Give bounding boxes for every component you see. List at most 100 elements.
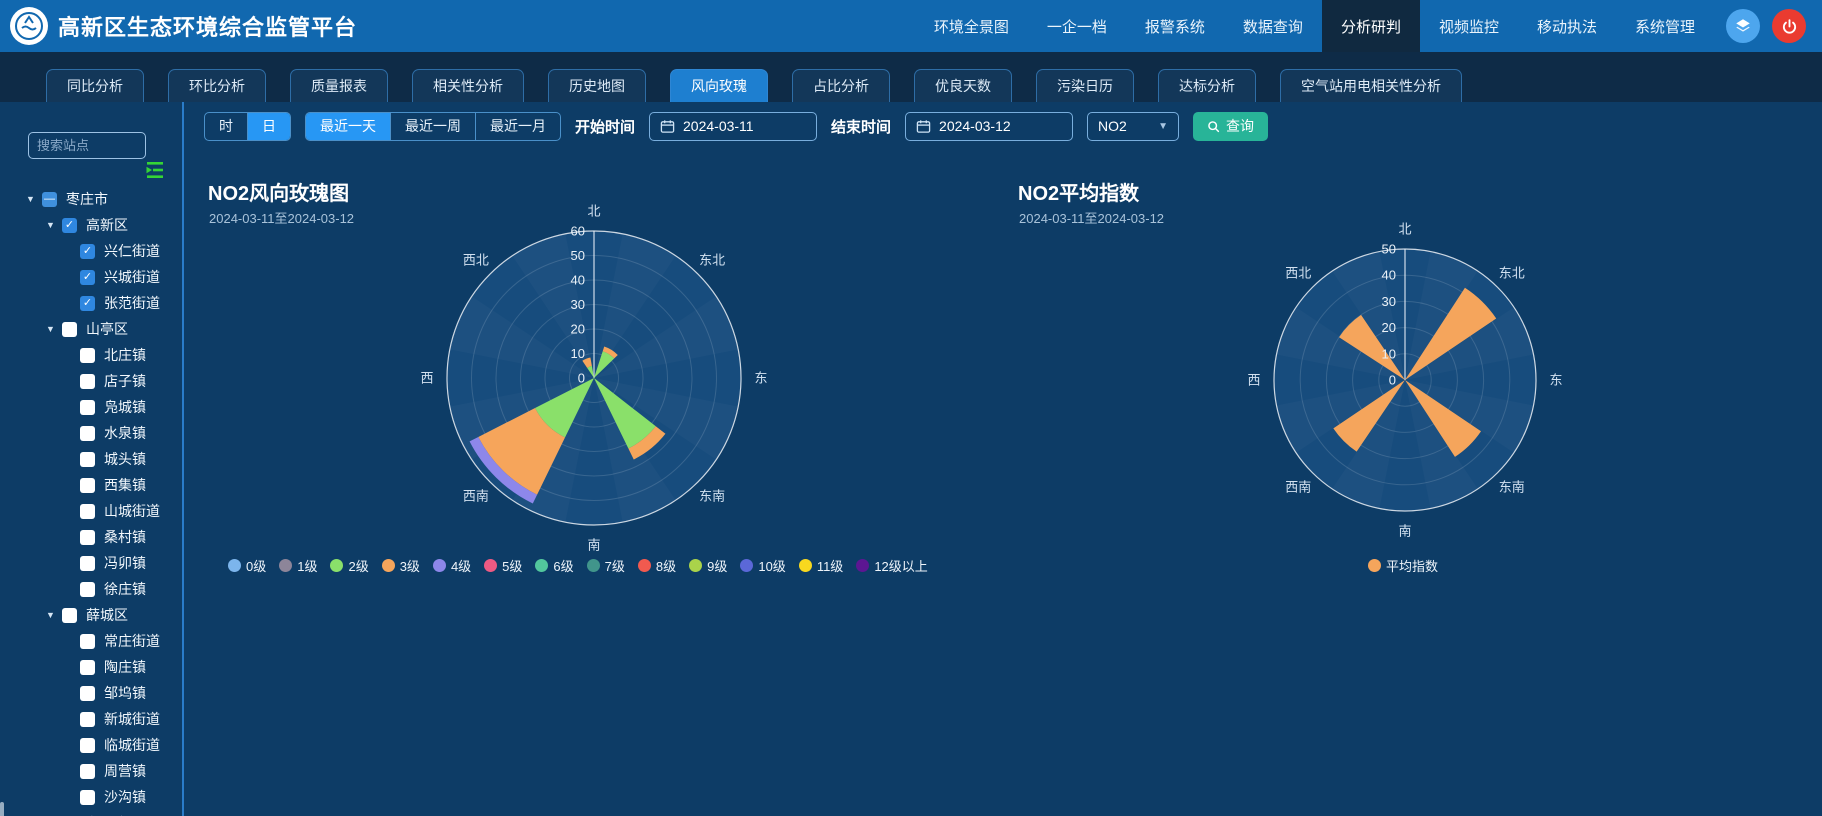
query-button[interactable]: 查询 — [1193, 112, 1268, 141]
legend-item[interactable]: 1级 — [279, 556, 317, 575]
tree-checkbox[interactable] — [80, 478, 95, 493]
tree-checkbox[interactable] — [80, 660, 95, 675]
tree-row[interactable]: 店子镇 — [0, 368, 184, 394]
tree-row[interactable]: ▼山亭区 — [0, 316, 184, 342]
layers-button[interactable] — [1726, 9, 1760, 43]
segment-button[interactable]: 时 — [205, 113, 247, 140]
legend-item[interactable]: 0级 — [228, 556, 266, 575]
tree-row[interactable]: 北庄镇 — [0, 342, 184, 368]
tree-row[interactable]: ▼台儿庄区 — [0, 810, 184, 816]
tab-item[interactable]: 历史地图 — [548, 69, 646, 102]
tree-row[interactable]: 桑村镇 — [0, 524, 184, 550]
legend-item[interactable]: 2级 — [330, 556, 368, 575]
sidebar-scrollbar[interactable] — [0, 802, 4, 816]
caret-down-icon[interactable]: ▼ — [46, 324, 62, 334]
tree-checkbox[interactable] — [80, 790, 95, 805]
tree-row[interactable]: 陶庄镇 — [0, 654, 184, 680]
tree-row[interactable]: 西集镇 — [0, 472, 184, 498]
nav-item[interactable]: 一企一档 — [1028, 0, 1126, 52]
legend-item[interactable]: 6级 — [535, 556, 573, 575]
tree-checkbox[interactable] — [80, 686, 95, 701]
tree-checkbox[interactable] — [80, 530, 95, 545]
tree-checkbox[interactable] — [62, 322, 77, 337]
tab-item[interactable]: 空气站用电相关性分析 — [1280, 69, 1462, 102]
tree-checkbox[interactable] — [80, 738, 95, 753]
tree-row[interactable]: 沙沟镇 — [0, 784, 184, 810]
tree-row[interactable]: 新城街道 — [0, 706, 184, 732]
tab-item[interactable]: 风向玫瑰 — [670, 69, 768, 102]
tree-checkbox[interactable] — [80, 556, 95, 571]
tree-checkbox[interactable] — [80, 348, 95, 363]
tab-item[interactable]: 达标分析 — [1158, 69, 1256, 102]
legend-item[interactable]: 12级以上 — [856, 556, 927, 575]
end-date-input[interactable]: 2024-03-12 — [905, 112, 1073, 141]
tree-row[interactable]: 冯卯镇 — [0, 550, 184, 576]
search-input[interactable] — [28, 132, 146, 159]
tree-row[interactable]: ✓兴仁街道 — [0, 238, 184, 264]
tree-checkbox[interactable]: ✓ — [80, 270, 95, 285]
legend-item[interactable]: 11级 — [799, 556, 844, 575]
tab-item[interactable]: 污染日历 — [1036, 69, 1134, 102]
tab-item[interactable]: 质量报表 — [290, 69, 388, 102]
nav-item[interactable]: 报警系统 — [1126, 0, 1224, 52]
tree-row[interactable]: 徐庄镇 — [0, 576, 184, 602]
start-date-input[interactable]: 2024-03-11 — [649, 112, 817, 141]
segment-button[interactable]: 最近一天 — [306, 113, 390, 140]
tab-item[interactable]: 相关性分析 — [412, 69, 524, 102]
nav-item[interactable]: 分析研判 — [1322, 0, 1420, 52]
tree-row[interactable]: 山城街道 — [0, 498, 184, 524]
legend-item[interactable]: 平均指数 — [1368, 556, 1438, 575]
tree-checkbox[interactable] — [80, 504, 95, 519]
tree-checkbox[interactable] — [80, 400, 95, 415]
tab-item[interactable]: 同比分析 — [46, 69, 144, 102]
tree-checkbox[interactable] — [80, 634, 95, 649]
nav-item[interactable]: 系统管理 — [1616, 0, 1714, 52]
pollutant-select[interactable]: NO2 ▼ — [1087, 112, 1179, 141]
legend-item[interactable]: 7级 — [587, 556, 625, 575]
tree-row[interactable]: 城头镇 — [0, 446, 184, 472]
tree-row[interactable]: ▼薛城区 — [0, 602, 184, 628]
tree-checkbox[interactable]: ✓ — [62, 218, 77, 233]
tree-row[interactable]: 凫城镇 — [0, 394, 184, 420]
segment-button[interactable]: 日 — [247, 113, 290, 140]
tree-row[interactable]: 常庄街道 — [0, 628, 184, 654]
tree-checkbox[interactable] — [80, 582, 95, 597]
legend-item[interactable]: 3级 — [382, 556, 420, 575]
tree-checkbox[interactable]: — — [42, 192, 57, 207]
legend-item[interactable]: 4级 — [433, 556, 471, 575]
nav-item[interactable]: 环境全景图 — [915, 0, 1028, 52]
legend-item[interactable]: 5级 — [484, 556, 522, 575]
tree-collapse-button[interactable] — [144, 160, 166, 185]
segment-button[interactable]: 最近一周 — [390, 113, 475, 140]
tab-item[interactable]: 优良天数 — [914, 69, 1012, 102]
tree-checkbox[interactable]: ✓ — [80, 244, 95, 259]
segment-button[interactable]: 最近一月 — [475, 113, 560, 140]
tree-checkbox[interactable] — [80, 712, 95, 727]
tree-row[interactable]: ✓兴城街道 — [0, 264, 184, 290]
legend-item[interactable]: 10级 — [740, 556, 785, 575]
tree-row[interactable]: ▼—枣庄市 — [0, 186, 184, 212]
legend-item[interactable]: 8级 — [638, 556, 676, 575]
nav-item[interactable]: 视频监控 — [1420, 0, 1518, 52]
caret-down-icon[interactable]: ▼ — [46, 610, 62, 620]
nav-item[interactable]: 移动执法 — [1518, 0, 1616, 52]
tree-row[interactable]: 水泉镇 — [0, 420, 184, 446]
tab-item[interactable]: 环比分析 — [168, 69, 266, 102]
tree-row[interactable]: ▼✓高新区 — [0, 212, 184, 238]
legend-item[interactable]: 9级 — [689, 556, 727, 575]
tree-checkbox[interactable] — [80, 426, 95, 441]
tree-checkbox[interactable] — [80, 374, 95, 389]
power-button[interactable] — [1772, 9, 1806, 43]
tree-row[interactable]: 周营镇 — [0, 758, 184, 784]
tree-checkbox[interactable]: ✓ — [80, 296, 95, 311]
tree-checkbox[interactable] — [62, 608, 77, 623]
tab-item[interactable]: 占比分析 — [792, 69, 890, 102]
tree-row[interactable]: ✓张范街道 — [0, 290, 184, 316]
tree-row[interactable]: 邹坞镇 — [0, 680, 184, 706]
nav-item[interactable]: 数据查询 — [1224, 0, 1322, 52]
tree-checkbox[interactable] — [80, 764, 95, 779]
caret-down-icon[interactable]: ▼ — [26, 194, 42, 204]
caret-down-icon[interactable]: ▼ — [46, 220, 62, 230]
tree-checkbox[interactable] — [80, 452, 95, 467]
tree-row[interactable]: 临城街道 — [0, 732, 184, 758]
